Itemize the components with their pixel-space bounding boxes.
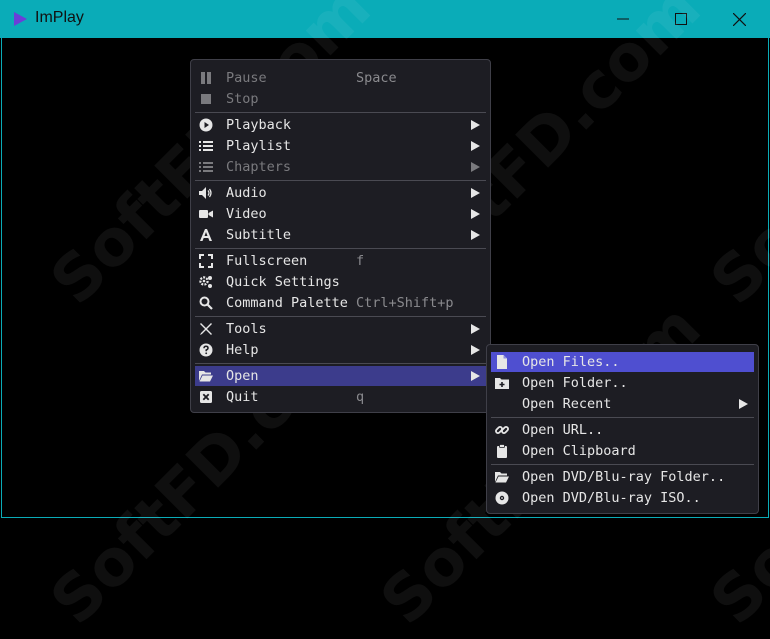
play-circle-icon [199, 118, 213, 132]
submenu-item-open-recent[interactable]: Open Recent [491, 394, 754, 414]
submenu-item-open-files[interactable]: Open Files.. [491, 352, 754, 372]
link-icon [495, 426, 509, 434]
menu-item-subtitle[interactable]: Subtitle [195, 225, 486, 245]
context-menu: Pause Space Stop Playback Playlist Chapt… [190, 59, 491, 413]
menu-item-tools[interactable]: Tools [195, 319, 486, 339]
open-submenu: Open Files.. Open Folder.. Open Recent O… [486, 344, 759, 514]
window-title: ImPlay [35, 9, 84, 26]
submenu-arrow-icon [471, 345, 480, 355]
search-icon [199, 296, 213, 310]
stop-icon [201, 94, 211, 104]
gears-icon [199, 276, 212, 288]
menu-item-pause[interactable]: Pause Space [195, 68, 486, 88]
submenu-arrow-icon [471, 209, 480, 219]
submenu-arrow-icon [471, 120, 480, 130]
submenu-arrow-icon [471, 141, 480, 151]
volume-icon [199, 187, 212, 199]
menu-item-fullscreen[interactable]: Fullscreen f [195, 251, 486, 271]
submenu-arrow-icon [471, 371, 480, 381]
menu-item-stop[interactable]: Stop [195, 89, 486, 109]
folder-plus-icon [495, 378, 509, 389]
menu-item-playlist[interactable]: Playlist [195, 136, 486, 156]
pause-icon [201, 72, 211, 84]
expand-icon [199, 254, 213, 268]
submenu-arrow-icon [739, 399, 748, 409]
menu-item-playback[interactable]: Playback [195, 115, 486, 135]
font-icon [200, 229, 212, 241]
menu-item-quick-settings[interactable]: Quick Settings [195, 272, 486, 292]
question-circle-icon [199, 343, 213, 357]
app-logo-icon [14, 12, 27, 26]
menu-item-open[interactable]: Open [195, 366, 486, 386]
submenu-item-open-dvd-folder[interactable]: Open DVD/Blu-ray Folder.. [491, 467, 754, 487]
close-button[interactable] [710, 0, 768, 38]
menu-item-quit[interactable]: Quit q [195, 387, 486, 407]
menu-separator [491, 417, 754, 418]
submenu-arrow-icon [471, 188, 480, 198]
submenu-item-open-dvd-iso[interactable]: Open DVD/Blu-ray ISO.. [491, 488, 754, 508]
folder-open-icon [495, 472, 509, 483]
submenu-item-open-url[interactable]: Open URL.. [491, 420, 754, 440]
close-box-icon [200, 391, 212, 403]
menu-separator [195, 316, 486, 317]
watermark: SoftFD.com [697, 0, 770, 320]
list-icon [199, 162, 213, 172]
submenu-item-open-folder[interactable]: Open Folder.. [491, 373, 754, 393]
file-icon [497, 355, 507, 369]
submenu-arrow-icon [471, 230, 480, 240]
submenu-arrow-icon [471, 324, 480, 334]
clipboard-icon [497, 444, 507, 458]
close-icon [732, 12, 746, 26]
menu-separator [491, 464, 754, 465]
menu-item-chapters[interactable]: Chapters [195, 157, 486, 177]
menu-item-audio[interactable]: Audio [195, 183, 486, 203]
submenu-arrow-icon [471, 162, 480, 172]
menu-item-video[interactable]: Video [195, 204, 486, 224]
submenu-item-open-clipboard[interactable]: Open Clipboard [491, 441, 754, 461]
menu-separator [195, 180, 486, 181]
menu-separator [195, 112, 486, 113]
menu-item-help[interactable]: Help [195, 340, 486, 360]
menu-separator [195, 363, 486, 364]
disc-icon [495, 491, 509, 505]
menu-item-command-palette[interactable]: Command Palette Ctrl+Shift+p [195, 293, 486, 313]
video-camera-icon [199, 210, 213, 218]
list-icon [199, 141, 213, 151]
folder-open-icon [199, 371, 213, 382]
tools-icon [200, 323, 212, 335]
menu-separator [195, 248, 486, 249]
